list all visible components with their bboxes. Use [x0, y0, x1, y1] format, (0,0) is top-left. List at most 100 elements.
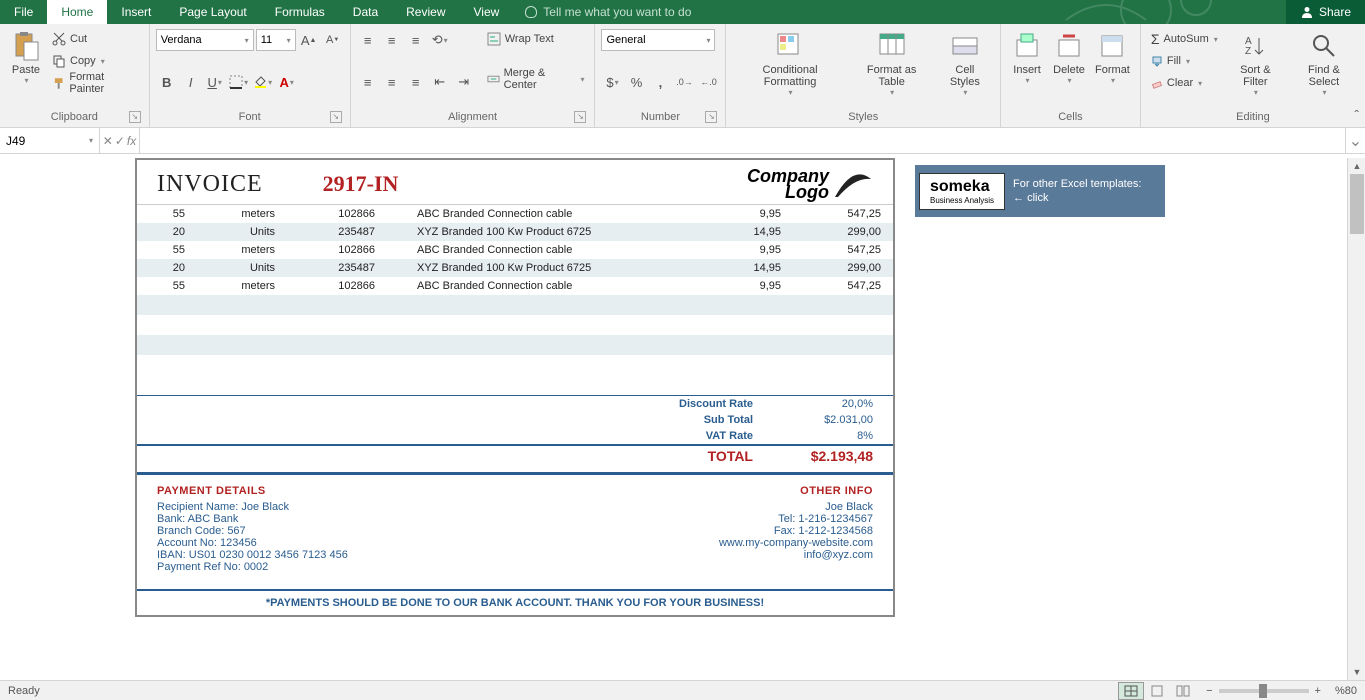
- zoom-in-button[interactable]: +: [1315, 685, 1321, 697]
- format-painter-button[interactable]: Format Painter: [48, 72, 143, 94]
- align-center-button[interactable]: ≡: [381, 71, 403, 93]
- bold-button[interactable]: B: [156, 71, 178, 93]
- tab-review[interactable]: Review: [392, 0, 459, 24]
- tab-home[interactable]: Home: [47, 0, 107, 24]
- table-row: 55meters102866ABC Branded Connection cab…: [137, 241, 893, 259]
- alignment-launcher[interactable]: ↘: [574, 111, 586, 123]
- align-right-button[interactable]: ≡: [405, 71, 427, 93]
- sheet[interactable]: INVOICE 2917-IN CompanyLogo 55meters1028…: [0, 158, 1347, 680]
- tab-page-layout[interactable]: Page Layout: [165, 0, 260, 24]
- tell-me-search[interactable]: Tell me what you want to do: [513, 0, 703, 24]
- align-middle-button[interactable]: ≡: [381, 29, 403, 51]
- clear-button[interactable]: Clear▾: [1147, 72, 1222, 94]
- group-label-editing: Editing: [1147, 110, 1359, 125]
- delete-icon: [1053, 30, 1085, 62]
- sort-filter-button[interactable]: AZSort & Filter▾: [1224, 28, 1287, 99]
- svg-text:Z: Z: [1245, 46, 1251, 57]
- align-top-button[interactable]: ≡: [357, 29, 379, 51]
- font-name-select[interactable]: Verdana▾: [156, 29, 254, 51]
- paste-icon: [10, 30, 42, 62]
- zoom-out-button[interactable]: −: [1206, 685, 1212, 697]
- page-break-view-button[interactable]: [1170, 682, 1196, 700]
- autosum-button[interactable]: ΣAutoSum▾: [1147, 28, 1222, 50]
- someka-text: For other Excel templates:← click: [1013, 177, 1141, 206]
- expand-formula-bar[interactable]: ⌄: [1345, 128, 1365, 153]
- number-launcher[interactable]: ↘: [705, 111, 717, 123]
- someka-banner[interactable]: somekaBusiness Analysis For other Excel …: [915, 165, 1165, 217]
- page-layout-view-button[interactable]: [1144, 682, 1170, 700]
- wrap-text-button[interactable]: Wrap Text: [483, 28, 589, 50]
- zoom-level[interactable]: %80: [1335, 685, 1357, 697]
- cut-button[interactable]: Cut: [48, 28, 143, 50]
- accounting-format-button[interactable]: $▾: [601, 71, 623, 93]
- share-button[interactable]: Share: [1286, 0, 1365, 24]
- font-size-select[interactable]: 11▾: [256, 29, 296, 51]
- fx-button[interactable]: fx: [127, 131, 136, 151]
- group-label-clipboard: Clipboard↘: [6, 110, 143, 125]
- formula-bar: J49▾ ✕ ✓ fx ⌄: [0, 128, 1365, 154]
- formula-input[interactable]: [140, 128, 1345, 153]
- percent-format-button[interactable]: %: [625, 71, 647, 93]
- font-color-button[interactable]: A▾: [276, 71, 298, 93]
- person-icon: [1300, 5, 1314, 19]
- underline-button[interactable]: U▾: [204, 71, 226, 93]
- scroll-up-button[interactable]: ▲: [1348, 158, 1365, 174]
- table-icon: [876, 30, 908, 62]
- worksheet-area: INVOICE 2917-IN CompanyLogo 55meters1028…: [0, 158, 1365, 680]
- decrease-font-button[interactable]: A▼: [322, 29, 344, 51]
- invoice-title: INVOICE: [157, 171, 263, 198]
- paste-button[interactable]: Paste▾: [6, 28, 46, 87]
- scroll-down-button[interactable]: ▼: [1348, 664, 1365, 680]
- find-select-button[interactable]: Find & Select▾: [1289, 28, 1359, 99]
- tab-view[interactable]: View: [460, 0, 514, 24]
- format-as-table-button[interactable]: Format as Table▾: [850, 28, 934, 99]
- conditional-formatting-button[interactable]: Conditional Formatting▾: [732, 28, 847, 99]
- merge-center-button[interactable]: Merge & Center▾: [483, 68, 589, 90]
- align-bottom-button[interactable]: ≡: [405, 29, 427, 51]
- orientation-button[interactable]: ⟲▾: [429, 29, 451, 51]
- decrease-indent-button[interactable]: ⇤: [429, 71, 451, 93]
- comma-format-button[interactable]: ,: [649, 71, 671, 93]
- italic-button[interactable]: I: [180, 71, 202, 93]
- zoom-slider[interactable]: [1219, 689, 1309, 693]
- border-button[interactable]: ▾: [228, 71, 250, 93]
- number-format-select[interactable]: General▾: [601, 29, 715, 51]
- paintbrush-icon: [52, 76, 65, 90]
- tab-file[interactable]: File: [0, 0, 47, 24]
- increase-indent-button[interactable]: ⇥: [453, 71, 475, 93]
- status-bar: Ready − + %80: [0, 680, 1365, 700]
- delete-cells-button[interactable]: Delete▾: [1049, 28, 1089, 87]
- increase-font-button[interactable]: A▲: [298, 29, 320, 51]
- scroll-thumb[interactable]: [1350, 174, 1364, 234]
- formula-buttons: ✕ ✓ fx: [100, 128, 140, 153]
- table-row: 55meters102866ABC Branded Connection cab…: [137, 277, 893, 295]
- zoom-control: − + %80: [1206, 685, 1357, 697]
- collapse-ribbon-button[interactable]: ˆ: [1354, 107, 1359, 123]
- tab-data[interactable]: Data: [339, 0, 392, 24]
- cond-fmt-icon: [774, 30, 806, 62]
- fill-color-button[interactable]: ▾: [252, 71, 274, 93]
- tab-insert[interactable]: Insert: [107, 0, 165, 24]
- decrease-decimal-button[interactable]: ←.0: [697, 71, 719, 93]
- name-box[interactable]: J49▾: [0, 128, 100, 153]
- group-clipboard: Paste▾ Cut Copy▾ Format Painter Clipboar…: [0, 24, 150, 127]
- cancel-formula-button[interactable]: ✕: [103, 131, 113, 151]
- table-row: 20Units235487XYZ Branded 100 Kw Product …: [137, 223, 893, 241]
- company-logo: CompanyLogo: [747, 168, 873, 200]
- group-styles: Conditional Formatting▾ Format as Table▾…: [726, 24, 1001, 127]
- format-cells-button[interactable]: Format▾: [1091, 28, 1134, 87]
- enter-formula-button[interactable]: ✓: [115, 131, 125, 151]
- fill-button[interactable]: Fill▾: [1147, 50, 1222, 72]
- insert-cells-button[interactable]: Insert▾: [1007, 28, 1047, 87]
- ribbon: Paste▾ Cut Copy▾ Format Painter Clipboar…: [0, 24, 1365, 128]
- copy-button[interactable]: Copy▾: [48, 50, 143, 72]
- font-launcher[interactable]: ↘: [330, 111, 342, 123]
- align-left-button[interactable]: ≡: [357, 71, 379, 93]
- clipboard-launcher[interactable]: ↘: [129, 111, 141, 123]
- normal-view-button[interactable]: [1118, 682, 1144, 700]
- table-row: 20Units235487XYZ Branded 100 Kw Product …: [137, 259, 893, 277]
- tab-formulas[interactable]: Formulas: [261, 0, 339, 24]
- vertical-scrollbar[interactable]: ▲ ▼: [1347, 158, 1365, 680]
- cell-styles-button[interactable]: Cell Styles▾: [936, 28, 994, 99]
- increase-decimal-button[interactable]: .0→: [673, 71, 695, 93]
